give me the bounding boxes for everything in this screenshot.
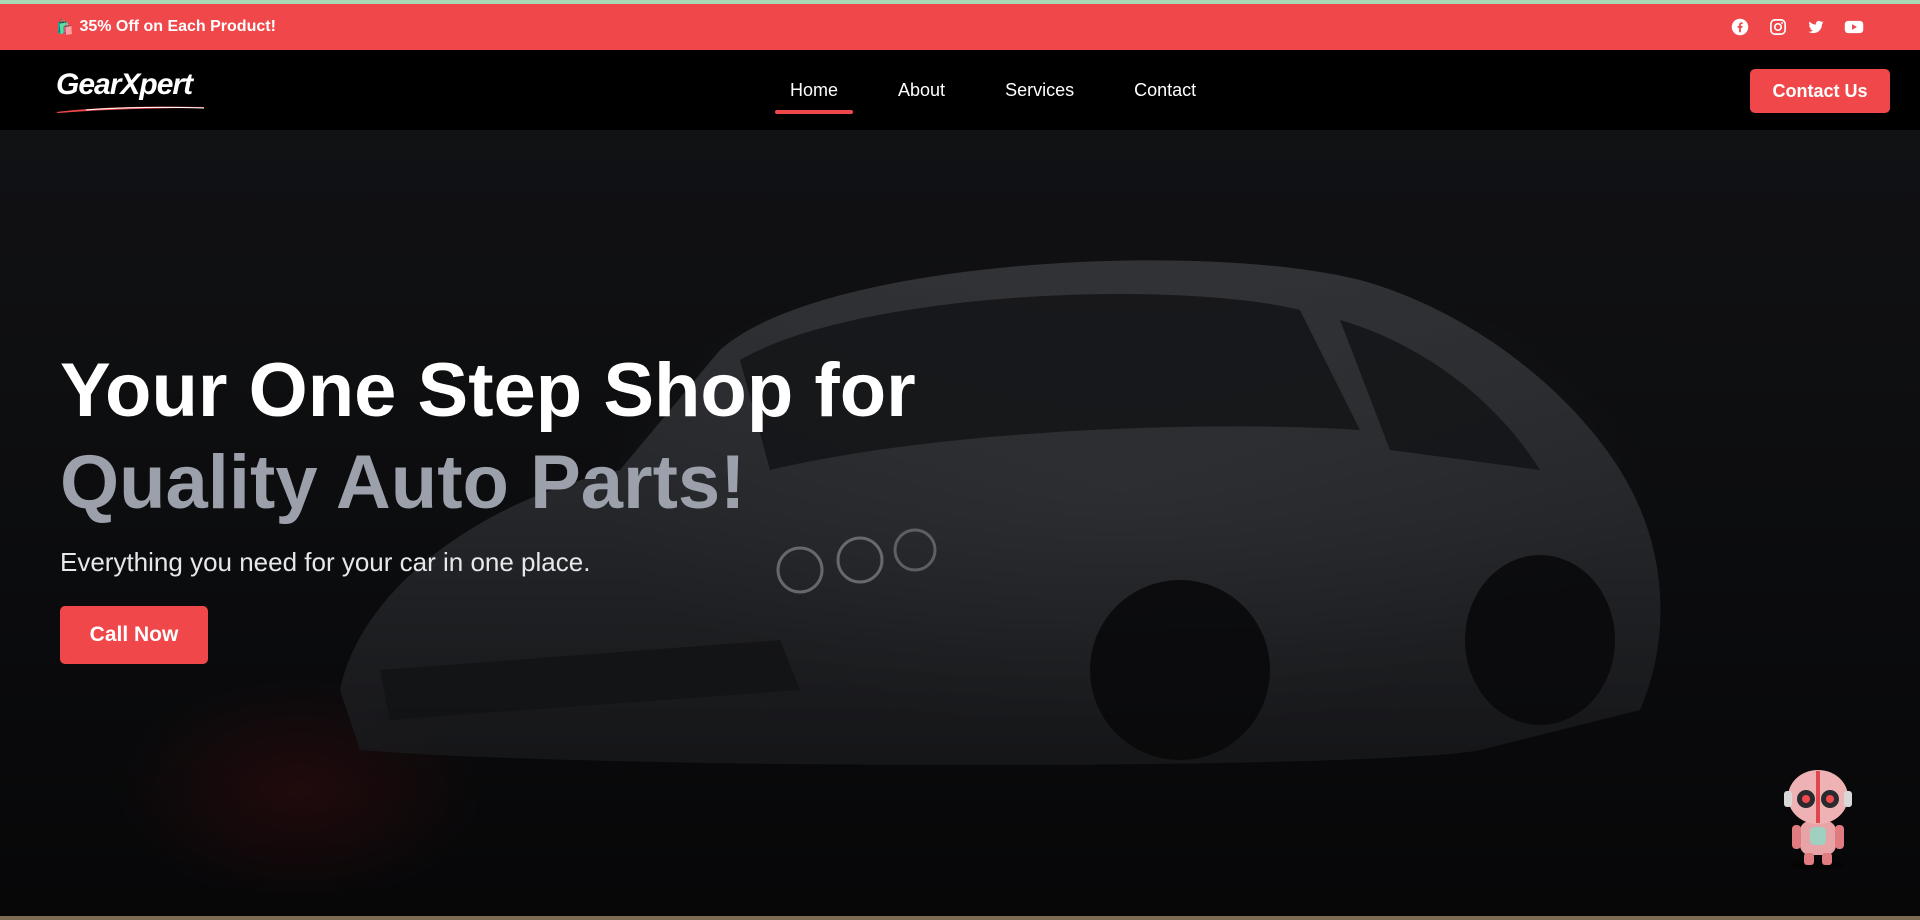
logo-swoosh-decoration bbox=[56, 106, 204, 113]
call-now-button[interactable]: Call Now bbox=[60, 606, 208, 664]
youtube-icon[interactable] bbox=[1844, 17, 1864, 37]
chatbot-robot-icon[interactable] bbox=[1778, 765, 1858, 870]
instagram-icon[interactable] bbox=[1768, 17, 1788, 37]
hero-section: Your One Step Shop for Quality Auto Part… bbox=[0, 130, 1920, 916]
nav-item-home[interactable]: Home bbox=[775, 50, 854, 130]
social-links bbox=[1730, 17, 1864, 37]
hero-title-line2: Quality Auto Parts! bbox=[60, 440, 746, 525]
hero-content: Your One Step Shop for Quality Auto Part… bbox=[60, 345, 916, 664]
shopping-bags-icon: 🛍️ bbox=[56, 18, 74, 35]
nav-item-services[interactable]: Services bbox=[990, 50, 1089, 130]
facebook-icon[interactable] bbox=[1730, 17, 1750, 37]
promo-bar: 🛍️ 35% Off on Each Product! bbox=[0, 4, 1920, 50]
promo-message: 🛍️ 35% Off on Each Product! bbox=[56, 18, 276, 36]
bottom-edge-line bbox=[0, 916, 1920, 920]
brand-logo[interactable]: GearXpert bbox=[56, 68, 193, 102]
nav-links: Home About Services Contact bbox=[760, 50, 1226, 130]
twitter-icon[interactable] bbox=[1806, 17, 1826, 37]
main-navbar: GearXpert Home About Services Contact Co… bbox=[0, 50, 1920, 130]
promo-text: 35% Off on Each Product! bbox=[79, 18, 276, 35]
hero-subtitle: Everything you need for your car in one … bbox=[60, 547, 591, 577]
nav-item-contact[interactable]: Contact bbox=[1119, 50, 1211, 130]
contact-us-button[interactable]: Contact Us bbox=[1750, 69, 1890, 113]
hero-title-line1: Your One Step Shop for bbox=[60, 348, 916, 433]
nav-item-about[interactable]: About bbox=[883, 50, 960, 130]
